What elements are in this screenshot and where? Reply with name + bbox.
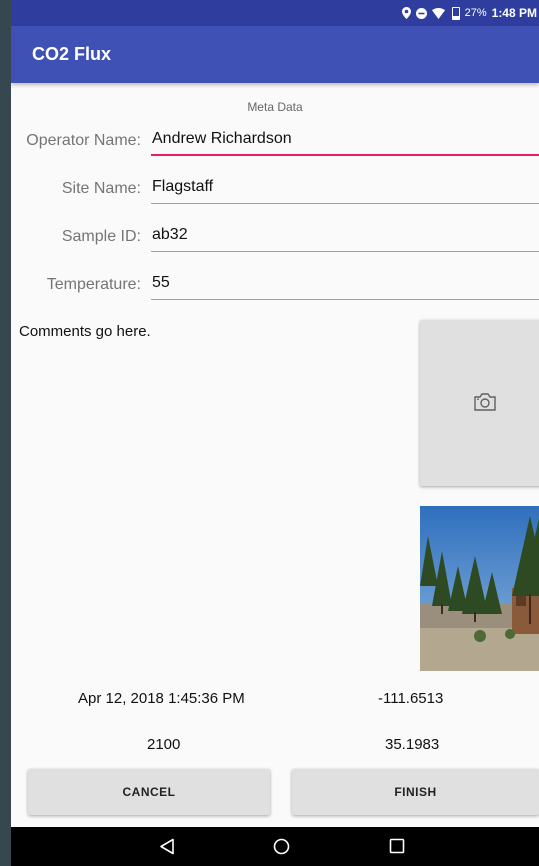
operator-name-label: Operator Name:	[26, 132, 141, 149]
app-bar: CO2 Flux	[11, 26, 539, 83]
battery-percent: 27%	[464, 7, 487, 19]
location-icon	[401, 7, 411, 19]
camera-button[interactable]	[420, 320, 539, 486]
operator-name-row: Operator Name: Andrew Richardson	[11, 126, 539, 162]
do-not-disturb-icon	[415, 7, 427, 19]
reading-value: 2100	[147, 736, 181, 753]
site-name-input[interactable]: Flagstaff	[151, 174, 539, 204]
site-photo[interactable]	[420, 506, 539, 671]
wifi-icon	[431, 7, 445, 19]
temperature-row: Temperature: 55	[11, 270, 539, 306]
operator-name-input[interactable]: Andrew Richardson	[151, 126, 539, 156]
home-icon[interactable]	[273, 838, 290, 855]
sample-id-row: Sample ID: ab32	[11, 222, 539, 258]
timestamp: Apr 12, 2018 1:45:36 PM	[78, 690, 245, 707]
longitude-value: -111.6513	[378, 690, 444, 707]
app-title: CO2 Flux	[32, 44, 112, 64]
latitude-value: 35.1983	[385, 736, 440, 753]
camera-icon	[474, 393, 496, 411]
site-name-label: Site Name:	[61, 180, 141, 197]
section-title: Meta Data	[247, 100, 303, 114]
status-bar: 27% 1:48 PM	[11, 0, 539, 26]
battery-icon	[451, 6, 460, 20]
back-icon[interactable]	[159, 838, 175, 855]
cancel-button[interactable]: CANCEL	[28, 769, 270, 815]
temperature-label: Temperature:	[46, 276, 141, 293]
temperature-input[interactable]: 55	[151, 270, 539, 300]
finish-button[interactable]: FINISH	[292, 769, 539, 815]
navigation-bar	[11, 827, 539, 866]
sample-id-label: Sample ID:	[61, 228, 141, 245]
comments-field[interactable]: Comments go here.	[19, 323, 151, 340]
recents-icon[interactable]	[389, 838, 405, 854]
site-name-row: Site Name: Flagstaff	[11, 174, 539, 210]
sample-id-input[interactable]: ab32	[151, 222, 539, 252]
clock: 1:48 PM	[491, 6, 537, 20]
app-window: 27% 1:48 PM CO2 Flux Meta Data Operator …	[11, 0, 539, 866]
